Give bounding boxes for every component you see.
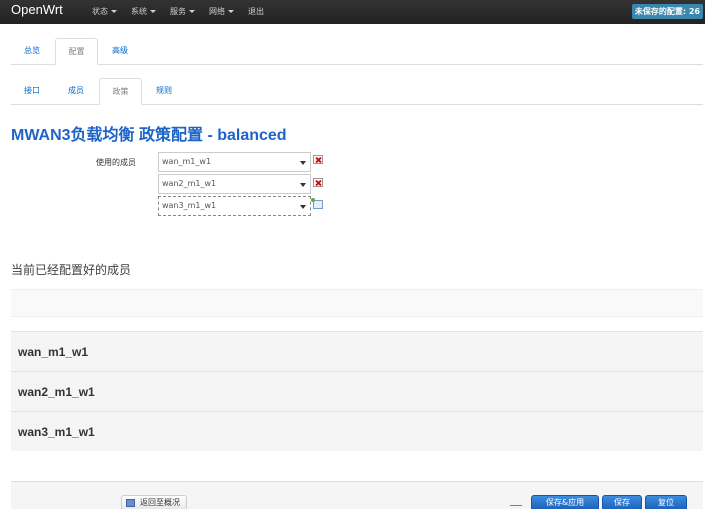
member-select-1[interactable]: wan_m1_w1 — [158, 152, 311, 172]
tab-interfaces[interactable]: 接口 — [11, 78, 53, 105]
tab-overview[interactable]: 总览 — [11, 38, 53, 65]
chevron-down-icon — [189, 10, 195, 13]
cursor-mark — [510, 505, 522, 506]
member-select-2-value: wan2_m1_w1 — [162, 179, 217, 188]
menu-status[interactable]: 状态 — [92, 6, 117, 17]
tab-members[interactable]: 成员 — [55, 78, 97, 105]
page-title: MWAN3负载均衡 政策配置 - balanced — [11, 127, 287, 144]
configured-members-title: 当前已经配置好的成员 — [11, 263, 132, 277]
tab-advanced[interactable]: 高级 — [100, 38, 140, 65]
back-icon — [126, 499, 135, 507]
tab-config[interactable]: 配置 — [55, 38, 98, 65]
main-menu: 状态 系统 服务 网络 退出 — [92, 6, 278, 17]
brand-logo[interactable]: OpenWrt — [11, 2, 63, 17]
members-table-header — [11, 289, 703, 317]
tab-policies[interactable]: 政策 — [99, 78, 142, 105]
chevron-down-icon — [150, 10, 156, 13]
top-navbar: OpenWrt 状态 系统 服务 网络 退出 未保存的配置: 26 — [0, 0, 705, 24]
menu-services-label: 服务 — [170, 7, 186, 16]
save-button[interactable]: 保存 — [602, 495, 642, 509]
menu-system[interactable]: 系统 — [131, 6, 156, 17]
reset-button[interactable]: 复位 — [645, 495, 687, 509]
member-row: wan_m1_w1 — [11, 331, 703, 371]
members-used-label: 使用的成员 — [96, 158, 136, 167]
member-select-3[interactable]: wan3_m1_w1 — [158, 196, 311, 216]
add-icon[interactable] — [311, 198, 323, 209]
dropdown-arrow-icon — [300, 205, 306, 209]
menu-status-label: 状态 — [92, 7, 108, 16]
action-footer: 返回至概况 保存&应用 保存 复位 — [11, 481, 703, 509]
member-row: wan2_m1_w1 — [11, 371, 703, 411]
chevron-down-icon — [228, 10, 234, 13]
unsaved-changes-badge[interactable]: 未保存的配置: 26 — [631, 4, 703, 19]
main-tabs: 总览 配置 高级 — [11, 38, 703, 65]
tab-rules[interactable]: 规则 — [144, 78, 184, 105]
menu-services[interactable]: 服务 — [170, 6, 195, 17]
back-to-overview-label: 返回至概况 — [140, 498, 180, 507]
dropdown-arrow-icon — [300, 183, 306, 187]
remove-icon[interactable] — [313, 178, 323, 187]
menu-network-label: 网络 — [209, 7, 225, 16]
member-row: wan3_m1_w1 — [11, 411, 703, 451]
menu-logout[interactable]: 退出 — [248, 6, 264, 17]
sub-tabs: 接口 成员 政策 规则 — [11, 78, 703, 105]
chevron-down-icon — [111, 10, 117, 13]
menu-system-label: 系统 — [131, 7, 147, 16]
member-select-3-value: wan3_m1_w1 — [162, 201, 217, 210]
save-apply-button[interactable]: 保存&应用 — [531, 495, 599, 509]
dropdown-arrow-icon — [300, 161, 306, 165]
menu-network[interactable]: 网络 — [209, 6, 234, 17]
remove-icon[interactable] — [313, 155, 323, 164]
member-select-1-value: wan_m1_w1 — [162, 157, 212, 166]
member-select-2[interactable]: wan2_m1_w1 — [158, 174, 311, 194]
back-to-overview-button[interactable]: 返回至概况 — [121, 495, 187, 509]
